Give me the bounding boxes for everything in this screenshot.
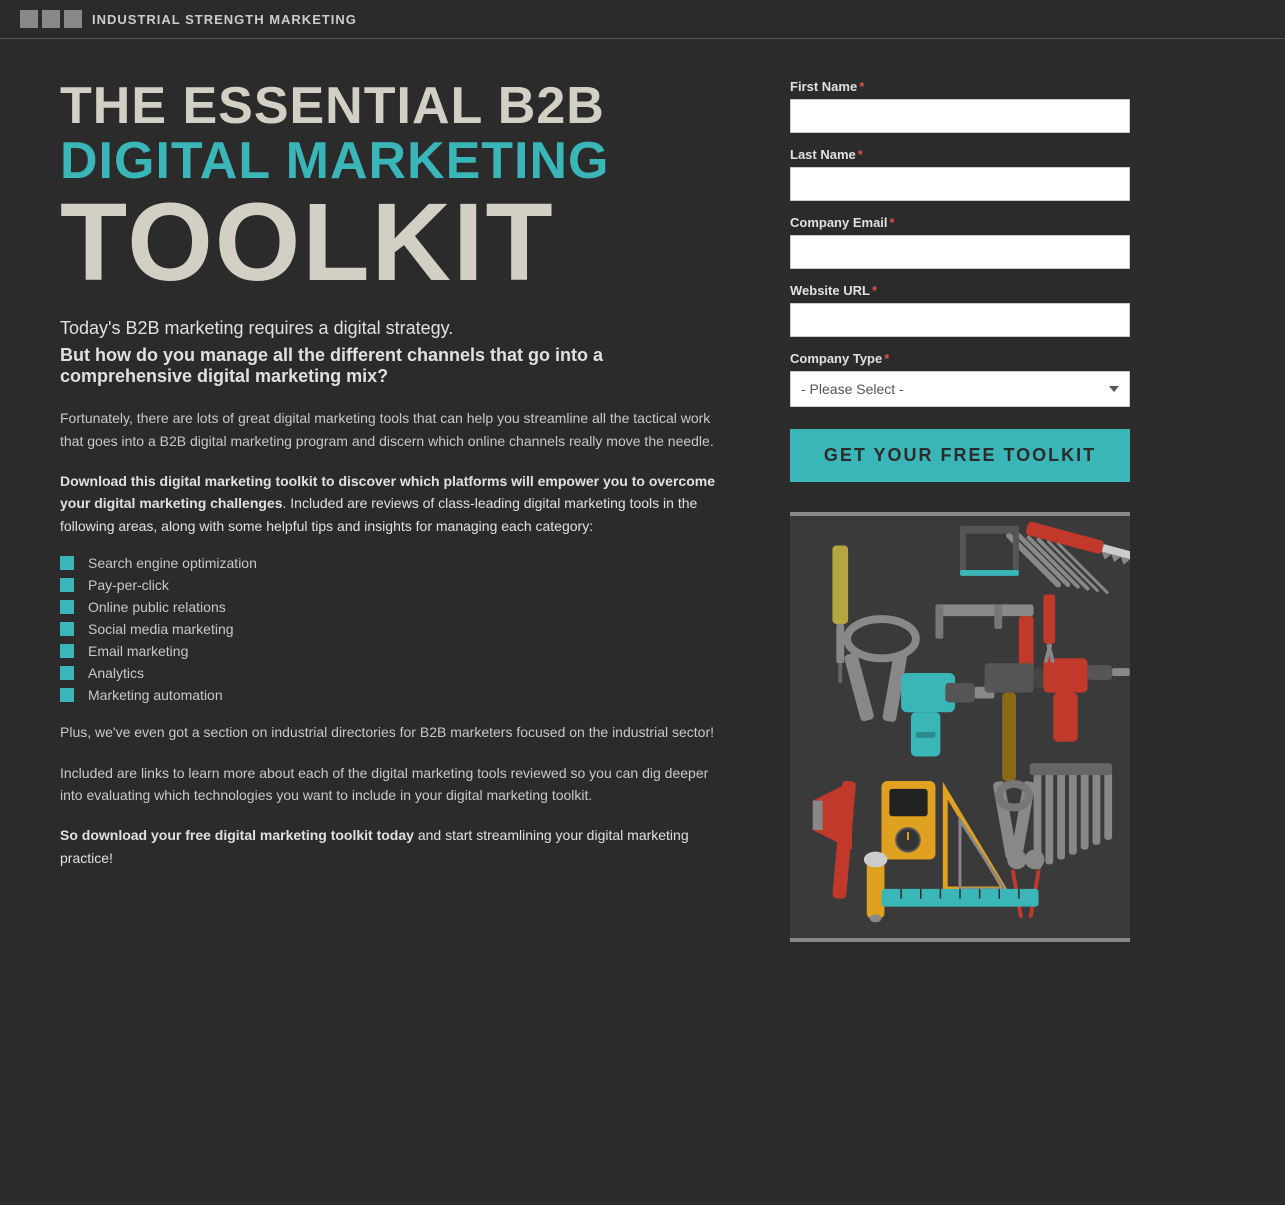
ruler <box>881 889 1038 907</box>
list-item-text: Pay-per-click <box>88 577 169 593</box>
email-label: Company Email* <box>790 215 1130 230</box>
list-item: Online public relations <box>60 599 730 615</box>
paragraph-3: Plus, we've even got a section on indust… <box>60 721 730 743</box>
url-group: Website URL* <box>790 283 1130 337</box>
multimeter <box>881 781 935 860</box>
required-star: * <box>884 351 889 366</box>
signup-form: First Name* Last Name* Company Email* We… <box>790 79 1130 482</box>
company-type-label: Company Type* <box>790 351 1130 366</box>
first-name-input[interactable] <box>790 99 1130 133</box>
list-item: Search engine optimization <box>60 555 730 571</box>
list-item: Email marketing <box>60 643 730 659</box>
bullet-icon <box>60 688 74 702</box>
tools-illustration <box>790 512 1130 942</box>
logo-squares <box>20 10 82 28</box>
url-label: Website URL* <box>790 283 1130 298</box>
list-item-text: Online public relations <box>88 599 226 615</box>
list-item-text: Search engine optimization <box>88 555 257 571</box>
list-item-text: Email marketing <box>88 643 188 659</box>
paragraph-5: So download your free digital marketing … <box>60 824 730 869</box>
hero-title-line1: THE ESSENTIAL B2B <box>60 79 730 134</box>
paragraph-2: Download this digital marketing toolkit … <box>60 470 730 537</box>
url-input[interactable] <box>790 303 1130 337</box>
subtitle-normal: Today's B2B marketing requires a digital… <box>60 318 730 339</box>
email-input[interactable] <box>790 235 1130 269</box>
right-column: First Name* Last Name* Company Email* We… <box>790 79 1130 942</box>
last-name-input[interactable] <box>790 167 1130 201</box>
brand-name: INDUSTRIAL STRENGTH MARKETING <box>92 12 357 27</box>
bullet-icon <box>60 600 74 614</box>
logo-square-2 <box>42 10 60 28</box>
hero-title-line3: TOOLKIT <box>60 188 730 298</box>
company-type-select[interactable]: - Please Select - Manufacturer Distribut… <box>790 371 1130 407</box>
list-item-text: Marketing automation <box>88 687 223 703</box>
last-name-label: Last Name* <box>790 147 1130 162</box>
last-name-group: Last Name* <box>790 147 1130 201</box>
paragraph-4: Included are links to learn more about e… <box>60 762 730 807</box>
left-column: THE ESSENTIAL B2B DIGITAL MARKETING TOOL… <box>60 79 730 942</box>
submit-button[interactable]: GET YOUR FREE TOOLKIT <box>790 429 1130 482</box>
list-item: Social media marketing <box>60 621 730 637</box>
bullet-icon <box>60 556 74 570</box>
bullet-icon <box>60 622 74 636</box>
email-group: Company Email* <box>790 215 1130 269</box>
required-star: * <box>890 215 895 230</box>
tools-svg <box>790 516 1130 938</box>
para5-bold: So download your free digital marketing … <box>60 827 414 843</box>
first-name-label: First Name* <box>790 79 1130 94</box>
paragraph-1: Fortunately, there are lots of great dig… <box>60 407 730 452</box>
bullet-list: Search engine optimization Pay-per-click… <box>60 555 730 703</box>
company-type-group: Company Type* - Please Select - Manufact… <box>790 351 1130 407</box>
bullet-icon <box>60 666 74 680</box>
hero-title-line2: DIGITAL MARKETING <box>60 134 730 189</box>
list-item: Pay-per-click <box>60 577 730 593</box>
logo-square-3 <box>64 10 82 28</box>
list-item: Marketing automation <box>60 687 730 703</box>
first-name-group: First Name* <box>790 79 1130 133</box>
required-star: * <box>872 283 877 298</box>
list-item-text: Social media marketing <box>88 621 234 637</box>
logo-square-1 <box>20 10 38 28</box>
list-item-text: Analytics <box>88 665 144 681</box>
main-container: THE ESSENTIAL B2B DIGITAL MARKETING TOOL… <box>0 39 1285 982</box>
list-item: Analytics <box>60 665 730 681</box>
bullet-icon <box>60 644 74 658</box>
subtitle-bold: But how do you manage all the different … <box>60 345 730 387</box>
bullet-icon <box>60 578 74 592</box>
required-star: * <box>859 79 864 94</box>
flashlight <box>864 852 888 923</box>
required-star: * <box>858 147 863 162</box>
site-header: INDUSTRIAL STRENGTH MARKETING <box>0 0 1285 39</box>
